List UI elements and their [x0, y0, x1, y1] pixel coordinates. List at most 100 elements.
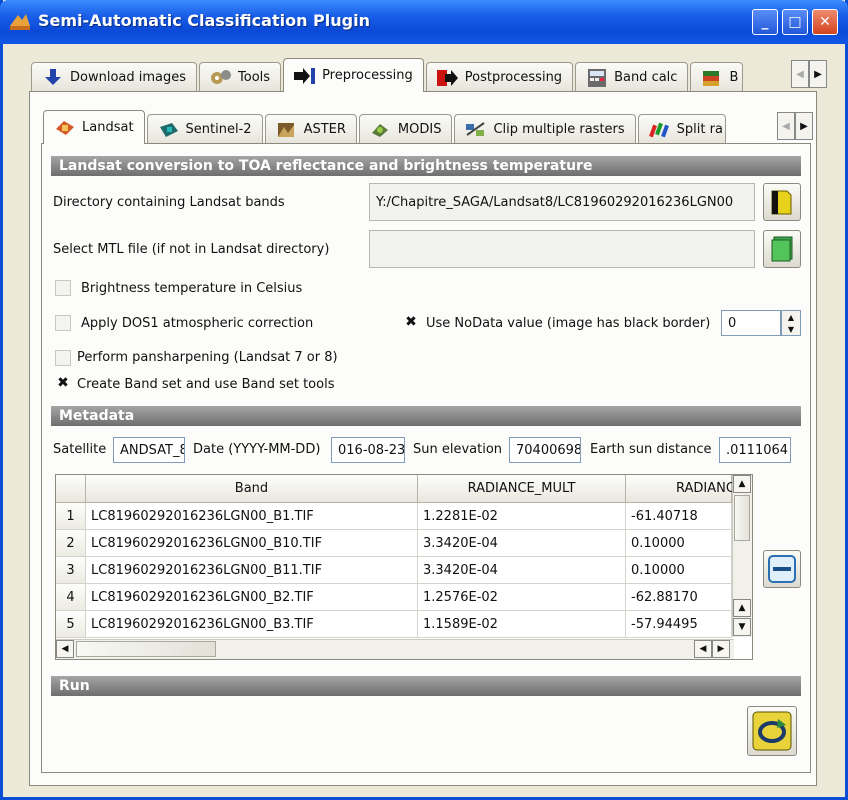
row-number[interactable]: 3: [56, 557, 86, 584]
directory-input[interactable]: Y:/Chapitre_SAGA/Landsat8/LC819602920162…: [369, 183, 755, 221]
close-button[interactable]: ✕: [812, 9, 838, 35]
table-cell-mult[interactable]: 3.3420E-04: [418, 557, 626, 584]
row-number[interactable]: 2: [56, 530, 86, 557]
pansharpen-label: Perform pansharpening (Landsat 7 or 8): [77, 350, 338, 365]
row-number[interactable]: 5: [56, 611, 86, 638]
spin-down-icon[interactable]: ▼: [788, 325, 794, 334]
tab-aster[interactable]: ASTER: [264, 114, 357, 144]
maximize-button[interactable]: □: [782, 9, 808, 35]
earth-sun-distance-input[interactable]: .0111064: [719, 437, 791, 463]
sun-elevation-input[interactable]: 70400698: [509, 437, 581, 463]
scroll-down-icon[interactable]: ▼: [733, 618, 751, 636]
minimize-icon: _: [761, 14, 769, 30]
tab-label: MODIS: [397, 122, 442, 137]
main-tab-bar: Download images Tools Preprocessing Post…: [31, 58, 745, 92]
table-cell-add[interactable]: 0.10000: [626, 530, 732, 557]
table-cell-band[interactable]: LC81960292016236LGN00_B11.TIF: [86, 557, 418, 584]
mtl-file-input[interactable]: [369, 230, 755, 268]
sub-tab-scroller: ◀ ▶: [777, 112, 813, 140]
date-input[interactable]: 016-08-23: [331, 437, 405, 463]
sub-tab-left-arrow[interactable]: ◀: [777, 112, 795, 140]
table-corner[interactable]: [56, 475, 86, 503]
bandset-checkbox[interactable]: ✖: [55, 376, 71, 392]
vertical-scroll-thumb[interactable]: [734, 495, 750, 541]
minimize-button[interactable]: _: [752, 9, 778, 35]
metadata-section-header: Metadata: [51, 406, 801, 426]
table-vertical-scrollbar[interactable]: ▲ ▲ ▼: [732, 475, 752, 637]
horizontal-scroll-thumb[interactable]: [76, 641, 216, 657]
header-band[interactable]: Band: [86, 475, 418, 503]
scroll-left-icon[interactable]: ◀: [694, 640, 712, 658]
postprocessing-arrow-icon: [436, 69, 458, 86]
dos1-label: Apply DOS1 atmospheric correction: [81, 316, 314, 331]
sub-tab-bar: Landsat Sentinel-2 ASTER MODIS Clip mult…: [43, 110, 728, 144]
satellite-input[interactable]: ANDSAT_8: [113, 437, 185, 463]
row-number[interactable]: 4: [56, 584, 86, 611]
tab-band-calc[interactable]: Band calc: [575, 62, 689, 92]
tab-sentinel-2[interactable]: Sentinel-2: [146, 114, 263, 144]
nodata-checkbox[interactable]: ✖: [403, 315, 419, 331]
remove-band-button[interactable]: [763, 550, 801, 588]
table-cell-add[interactable]: -62.88170: [626, 584, 732, 611]
tab-label: Split ra: [676, 122, 723, 137]
tab-label: Sentinel-2: [185, 122, 252, 137]
tab-batch[interactable]: B: [690, 62, 744, 92]
nodata-value-input[interactable]: 0: [721, 310, 781, 336]
table-cell-mult[interactable]: 3.3420E-04: [418, 530, 626, 557]
table-cell-band[interactable]: LC81960292016236LGN00_B3.TIF: [86, 611, 418, 638]
tab-download-images[interactable]: Download images: [31, 62, 198, 92]
bandset-label: Create Band set and use Band set tools: [77, 377, 335, 392]
tab-modis[interactable]: MODIS: [358, 114, 453, 144]
landsat-satellite-icon: [56, 120, 74, 135]
table-cell-mult[interactable]: 1.1589E-02: [418, 611, 626, 638]
conversion-section-header: Landsat conversion to TOA reflectance an…: [51, 156, 801, 176]
table-cell-add[interactable]: 0.10000: [626, 557, 732, 584]
table-cell-add[interactable]: -61.40718: [626, 503, 732, 530]
sub-tab-right-arrow[interactable]: ▶: [795, 112, 813, 140]
scroll-right-icon[interactable]: ▶: [712, 640, 730, 658]
tab-split-raster[interactable]: Split ra: [637, 114, 726, 144]
table-cell-band[interactable]: LC81960292016236LGN00_B1.TIF: [86, 503, 418, 530]
tab-label: Clip multiple rasters: [493, 122, 625, 137]
run-button[interactable]: [747, 706, 797, 756]
tab-postprocessing[interactable]: Postprocessing: [425, 62, 574, 92]
tab-label: Tools: [238, 70, 271, 85]
table-cell-band[interactable]: LC81960292016236LGN00_B10.TIF: [86, 530, 418, 557]
tab-clip-multiple-rasters[interactable]: Clip multiple rasters: [454, 114, 636, 144]
scroll-up-icon[interactable]: ▲: [733, 475, 751, 493]
run-section-header: Run: [51, 676, 801, 696]
open-directory-button[interactable]: [763, 183, 801, 221]
spin-up-icon[interactable]: ▲: [788, 313, 794, 322]
main-tab-right-arrow[interactable]: ▶: [809, 60, 827, 88]
sentinel-satellite-icon: [159, 122, 178, 137]
minus-icon: [768, 555, 796, 583]
header-radiance-mult[interactable]: RADIANCE_MULT: [418, 475, 626, 503]
header-radiance-add[interactable]: RADIANC: [626, 475, 735, 503]
table-horizontal-scrollbar[interactable]: ◀ ◀ ▶: [56, 639, 734, 659]
close-icon: ✕: [819, 14, 831, 30]
tab-tools[interactable]: Tools: [199, 62, 282, 92]
table-cell-mult[interactable]: 1.2576E-02: [418, 584, 626, 611]
scroll-left-icon[interactable]: ◀: [56, 640, 74, 658]
directory-label: Directory containing Landsat bands: [53, 195, 285, 210]
nodata-spinner[interactable]: ▲ ▼: [781, 310, 801, 336]
scroll-up-icon[interactable]: ▲: [733, 599, 751, 617]
clip-icon: [466, 121, 486, 136]
plugin-logo-icon: [10, 14, 30, 30]
table-cell-band[interactable]: LC81960292016236LGN00_B2.TIF: [86, 584, 418, 611]
folder-yellow-icon: [771, 190, 792, 215]
tools-gears-icon: [211, 69, 232, 84]
title-bar[interactable]: Semi-Automatic Classification Plugin _ □…: [0, 0, 848, 44]
main-tab-left-arrow[interactable]: ◀: [791, 60, 809, 88]
celsius-checkbox[interactable]: [55, 280, 71, 296]
tab-label: Preprocessing: [322, 68, 413, 83]
tab-preprocessing[interactable]: Preprocessing: [283, 58, 424, 92]
tab-label: ASTER: [303, 122, 346, 137]
open-mtl-file-button[interactable]: [763, 230, 801, 268]
dos1-checkbox[interactable]: [55, 315, 71, 331]
table-cell-add[interactable]: -57.94495: [626, 611, 732, 638]
pansharpen-checkbox[interactable]: [55, 350, 71, 366]
table-cell-mult[interactable]: 1.2281E-02: [418, 503, 626, 530]
tab-landsat[interactable]: Landsat: [43, 110, 145, 144]
row-number[interactable]: 1: [56, 503, 86, 530]
